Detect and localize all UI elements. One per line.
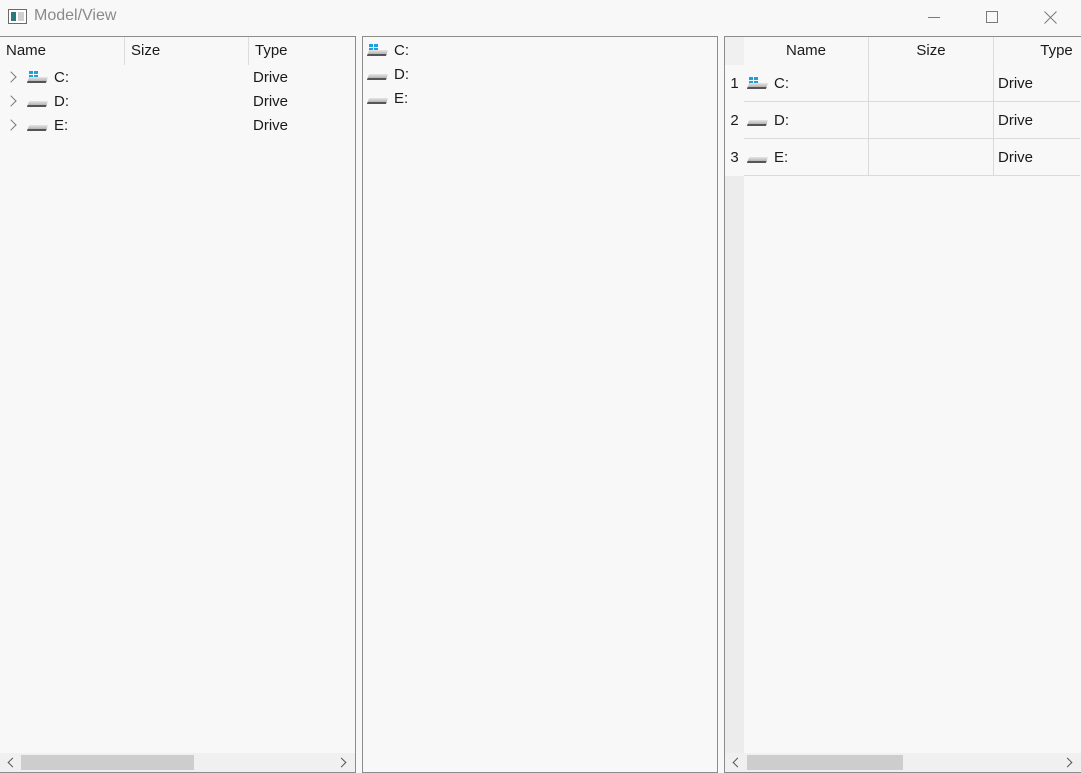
expand-chevron-icon[interactable]: [5, 95, 17, 107]
maximize-icon: [986, 11, 998, 23]
system-drive-icon: [26, 71, 49, 85]
maximize-button[interactable]: [963, 0, 1021, 34]
table-cell-name[interactable]: C:: [744, 65, 869, 101]
table-cell-size[interactable]: [869, 139, 994, 175]
system-drive-icon: [746, 77, 769, 91]
list-item-name: D:: [394, 66, 409, 83]
table-item-type: Drive: [998, 149, 1034, 166]
expand-chevron-icon[interactable]: [5, 71, 17, 83]
table-header-name[interactable]: Name: [744, 37, 869, 65]
list-item[interactable]: E:: [363, 87, 717, 111]
table-view[interactable]: Name Size Type 1 2 3 C: Drive D: Drive E…: [724, 36, 1081, 773]
tree-row[interactable]: D: Drive: [0, 90, 354, 114]
drive-icon: [26, 95, 49, 109]
system-drive-icon: [366, 44, 389, 58]
minimize-icon: [928, 16, 940, 18]
title-bar[interactable]: Model/View: [0, 0, 1081, 34]
close-icon: [1044, 10, 1058, 24]
list-item[interactable]: C:: [363, 39, 717, 63]
row-number[interactable]: 1: [725, 65, 744, 102]
close-button[interactable]: [1022, 0, 1080, 34]
tree-item-type: Drive: [253, 93, 289, 110]
expand-chevron-icon[interactable]: [5, 119, 17, 131]
row-number[interactable]: 3: [725, 139, 744, 176]
table-header-type[interactable]: Type: [994, 37, 1081, 65]
table-row[interactable]: D: Drive: [744, 102, 1080, 139]
drive-icon: [746, 114, 769, 128]
tree-item-type: Drive: [253, 69, 289, 86]
table-header-size[interactable]: Size: [869, 37, 994, 65]
table-row[interactable]: C: Drive: [744, 65, 1080, 102]
table-item-name: D:: [774, 112, 789, 129]
scrollbar-thumb[interactable]: [21, 755, 194, 770]
table-cell-size[interactable]: [869, 102, 994, 138]
scroll-left-icon[interactable]: [7, 757, 18, 768]
drive-icon: [366, 68, 389, 82]
table-cell-name[interactable]: D:: [744, 102, 869, 138]
app-window-icon: [8, 9, 27, 24]
drive-icon: [26, 119, 49, 133]
table-item-type: Drive: [998, 112, 1034, 129]
drive-icon: [366, 92, 389, 106]
row-number[interactable]: 2: [725, 102, 744, 139]
minimize-button[interactable]: [905, 0, 963, 34]
tree-item-name: E:: [54, 117, 69, 134]
drive-icon: [746, 151, 769, 165]
table-cell-type[interactable]: Drive: [994, 102, 1080, 138]
scroll-left-icon[interactable]: [732, 757, 743, 768]
table-cell-size[interactable]: [869, 65, 994, 101]
table-cell-type[interactable]: Drive: [994, 65, 1080, 101]
list-view[interactable]: C: D: E:: [362, 36, 718, 773]
table-row[interactable]: E: Drive: [744, 139, 1080, 176]
table-header: Name Size Type: [744, 37, 1081, 65]
tree-horizontal-scrollbar[interactable]: [0, 753, 355, 772]
table-item-type: Drive: [998, 75, 1034, 92]
scrollbar-thumb[interactable]: [747, 755, 903, 770]
tree-item-name: C:: [54, 69, 69, 86]
table-cell-name[interactable]: E:: [744, 139, 869, 175]
tree-view[interactable]: Name Size Type C: Drive D: Drive E: Driv…: [0, 36, 356, 773]
tree-header-size[interactable]: Size: [125, 37, 249, 65]
tree-header-type[interactable]: Type: [249, 37, 354, 65]
table-row-header: 1 2 3: [725, 65, 744, 755]
tree-item-type: Drive: [253, 117, 289, 134]
table-corner-button[interactable]: [725, 37, 744, 65]
list-item[interactable]: D:: [363, 63, 717, 87]
tree-row[interactable]: C: Drive: [0, 66, 354, 90]
scroll-right-icon[interactable]: [336, 757, 347, 768]
scroll-right-icon[interactable]: [1062, 757, 1073, 768]
list-item-name: C:: [394, 42, 409, 59]
table-horizontal-scrollbar[interactable]: [725, 753, 1081, 772]
list-item-name: E:: [394, 90, 409, 107]
table-item-name: C:: [774, 75, 789, 92]
tree-item-name: D:: [54, 93, 69, 110]
tree-header-name[interactable]: Name: [0, 37, 125, 65]
tree-row[interactable]: E: Drive: [0, 114, 354, 138]
table-item-name: E:: [774, 149, 789, 166]
table-cell-type[interactable]: Drive: [994, 139, 1080, 175]
window-title: Model/View: [34, 7, 117, 24]
tree-header: Name Size Type: [0, 37, 354, 65]
